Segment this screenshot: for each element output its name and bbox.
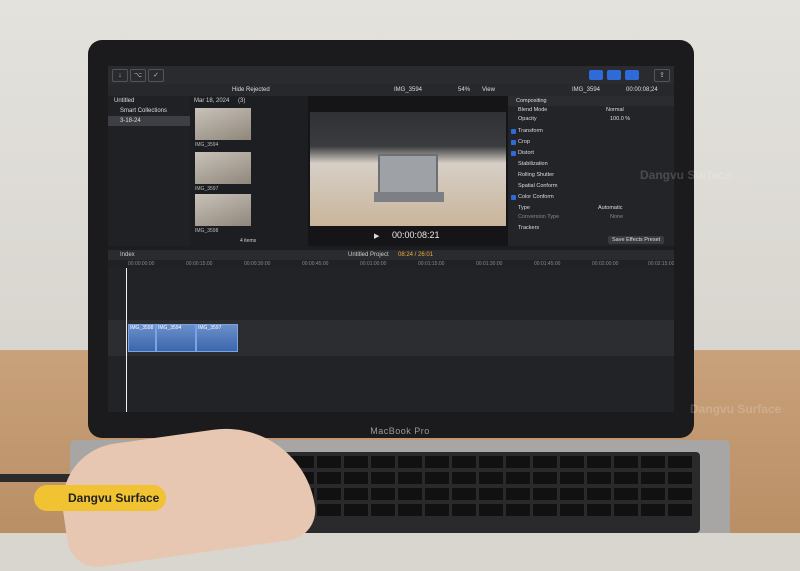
conversion-value[interactable]: None <box>610 213 623 222</box>
ruler-tick: 00:00:00:00 <box>128 261 155 267</box>
conversion-row[interactable]: Conversion Type None <box>510 213 672 222</box>
laptop-screen: ↓ ⌥ ✓ ⇪ Hide Rejected IMG_3594 54% View … <box>108 66 674 412</box>
ruler-tick: 00:01:00:00 <box>360 261 387 267</box>
check-icon[interactable]: ✓ <box>148 69 164 82</box>
import-icon[interactable]: ↓ <box>112 69 128 82</box>
checkbox[interactable] <box>511 140 516 145</box>
checkbox[interactable] <box>511 195 516 200</box>
transform-label: Transform <box>518 128 543 134</box>
browser-header: Hide Rejected <box>108 84 308 96</box>
inspector-header: IMG_3594 00:00:08;24 <box>508 84 674 96</box>
inspector-toggle-icon[interactable] <box>625 70 639 80</box>
timeline-toggle-icon[interactable] <box>607 70 621 80</box>
clip-name: IMG_3594 <box>195 142 219 148</box>
key-row <box>236 456 694 468</box>
type-label: Type <box>518 205 530 211</box>
watermark: Dangvu Surface <box>640 168 732 182</box>
viewer-header: IMG_3594 54% View <box>308 84 508 96</box>
laptop-in-frame <box>378 154 438 196</box>
share-icon[interactable]: ⇪ <box>654 69 670 82</box>
clip-thumbnail[interactable] <box>195 194 251 226</box>
rolling-shutter-label: Rolling Shutter <box>518 172 555 178</box>
project-name[interactable]: Untitled Project <box>348 250 389 260</box>
blend-mode-value[interactable]: Normal <box>606 106 624 115</box>
checkbox[interactable] <box>511 151 516 156</box>
ruler-tick: 00:02:15:00 <box>648 261 674 267</box>
color-conform-label: Color Conform <box>518 194 554 200</box>
brand-logo: Dangvu Surface <box>34 485 166 511</box>
type-row[interactable]: Type Automatic <box>510 204 672 213</box>
stabilization-label: Stabilization <box>518 161 548 167</box>
blend-mode-row[interactable]: Blend Mode Normal <box>510 106 672 115</box>
clip-label: IMG_3594 <box>158 325 182 331</box>
event-date: Mar 18, 2024 <box>194 98 230 104</box>
library-item[interactable]: Untitled <box>108 96 190 106</box>
ruler-tick: 00:01:30:00 <box>476 261 503 267</box>
keyword-icon[interactable]: ⌥ <box>130 69 146 82</box>
type-value[interactable]: Automatic <box>598 204 622 213</box>
compositing-heading: Compositing <box>516 98 547 104</box>
ruler-tick: 00:00:45:00 <box>302 261 329 267</box>
ruler-tick: 00:02:00:00 <box>592 261 619 267</box>
event-count: (3) <box>238 98 246 104</box>
opacity-row[interactable]: Opacity 100.0 % <box>510 115 672 124</box>
trackers-row[interactable]: Trackers <box>510 224 672 233</box>
clip-label: IMG_3597 <box>198 325 222 331</box>
opacity-value[interactable]: 100.0 % <box>610 115 630 124</box>
toolbar: ↓ ⌥ ✓ ⇪ <box>108 66 674 85</box>
media-browser: Mar 18, 2024 (3) IMG_3594 IMG_3597 IMG_3… <box>190 96 308 246</box>
inspector-clip-name: IMG_3594 <box>572 87 601 93</box>
clip-thumbnail[interactable] <box>195 152 251 184</box>
opacity-label: Opacity <box>518 116 537 122</box>
crop-label: Crop <box>518 139 530 145</box>
ruler-tick: 00:01:45:00 <box>534 261 561 267</box>
inspector-duration: 00:00:08;24 <box>626 87 658 93</box>
browser-toggle-icon[interactable] <box>589 70 603 80</box>
clip-label: IMG_3598 <box>130 325 154 331</box>
timeline-header: Index Untitled Project 08:24 / 26:01 <box>108 250 674 260</box>
playhead[interactable] <box>126 268 127 412</box>
checkbox[interactable] <box>511 129 516 134</box>
library-item[interactable]: Smart Collections <box>108 106 190 116</box>
video-frame <box>310 112 506 226</box>
ruler-tick: 00:00:15:00 <box>186 261 213 267</box>
trackers-label: Trackers <box>518 225 540 231</box>
viewer-clip-name: IMG_3594 <box>394 87 423 93</box>
save-effects-preset-button[interactable]: Save Effects Preset <box>608 236 665 244</box>
project-position: 08:24 / 26:01 <box>398 252 434 258</box>
timeline-ruler: 00:00:00:00 00:00:15:00 00:00:30:00 00:0… <box>108 260 674 268</box>
zoom-dropdown[interactable]: 54% <box>458 84 470 96</box>
distort-label: Distort <box>518 150 534 156</box>
laptop-label: MacBook Pro <box>370 426 430 436</box>
timeline[interactable]: IMG_3598 IMG_3594 IMG_3597 <box>108 268 674 412</box>
view-menu[interactable]: View <box>482 84 495 96</box>
clip-thumbnail[interactable] <box>195 108 251 140</box>
library-sidebar: Untitled Smart Collections 3-18-24 <box>108 96 190 246</box>
spatial-conform-row[interactable]: Spatial Conform <box>510 182 672 191</box>
conversion-label: Conversion Type <box>518 214 560 220</box>
play-icon[interactable]: ▶ <box>374 232 379 240</box>
spatial-conform-label: Spatial Conform <box>518 183 558 189</box>
blend-mode-label: Blend Mode <box>518 107 548 113</box>
inspector-section-header: Compositing <box>508 96 674 106</box>
distort-row[interactable]: Distort <box>510 149 672 158</box>
timecode-display: 00:00:08:21 <box>392 230 440 240</box>
transform-row[interactable]: Transform <box>510 127 672 136</box>
watermark: Dangvu Surface <box>690 402 782 416</box>
clip-name: IMG_3598 <box>195 228 219 234</box>
ruler-tick: 00:00:30:00 <box>244 261 271 267</box>
ruler-tick: 00:01:15:00 <box>418 261 445 267</box>
clip-name: IMG_3597 <box>195 186 219 192</box>
color-conform-row[interactable]: Color Conform <box>510 193 672 202</box>
items-count: 4 items <box>240 238 257 244</box>
hide-rejected-dropdown[interactable]: Hide Rejected <box>232 84 270 96</box>
crop-row[interactable]: Crop <box>510 138 672 147</box>
video-viewer: 00:00:08:21 ▶ <box>308 96 508 246</box>
index-button[interactable]: Index <box>120 250 135 260</box>
laptop-base-in-frame <box>374 192 444 202</box>
library-item-selected[interactable]: 3-18-24 <box>108 116 190 126</box>
